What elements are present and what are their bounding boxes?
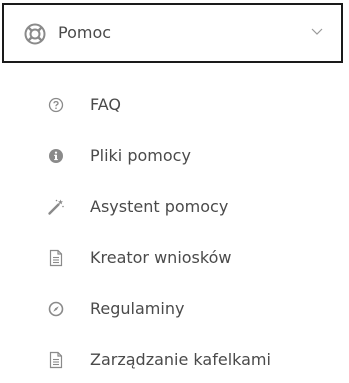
lifebuoy-icon xyxy=(24,23,46,45)
submenu-item-label: FAQ xyxy=(90,95,121,114)
submenu-item-label: Zarządzanie kafelkami xyxy=(90,350,271,369)
submenu-item-label: Kreator wniosków xyxy=(90,248,232,267)
submenu-item-tile-management[interactable]: Zarządzanie kafelkami xyxy=(0,337,349,383)
document-icon xyxy=(49,351,63,369)
document-icon xyxy=(49,249,63,267)
submenu-item-application-wizard[interactable]: Kreator wniosków xyxy=(0,235,349,286)
compass-icon xyxy=(48,301,64,317)
submenu-item-help-assistant[interactable]: Asystent pomocy xyxy=(0,184,349,235)
submenu-item-label: Regulaminy xyxy=(90,299,185,318)
menu-title: Pomoc xyxy=(58,23,112,42)
submenu-item-help-files[interactable]: Pliki pomocy xyxy=(0,133,349,184)
help-menu-toggle[interactable]: Pomoc xyxy=(2,3,343,63)
magic-wand-icon xyxy=(48,199,64,215)
chevron-down-icon xyxy=(311,28,323,35)
submenu-item-label: Asystent pomocy xyxy=(90,197,229,216)
submenu-item-label: Pliki pomocy xyxy=(90,146,191,165)
question-circle-icon xyxy=(48,97,64,113)
help-submenu: FAQ Pliki pomocy Asystent pomocy Kreator… xyxy=(0,82,349,383)
submenu-item-faq[interactable]: FAQ xyxy=(0,82,349,133)
info-circle-icon xyxy=(49,149,63,163)
submenu-item-regulations[interactable]: Regulaminy xyxy=(0,286,349,337)
